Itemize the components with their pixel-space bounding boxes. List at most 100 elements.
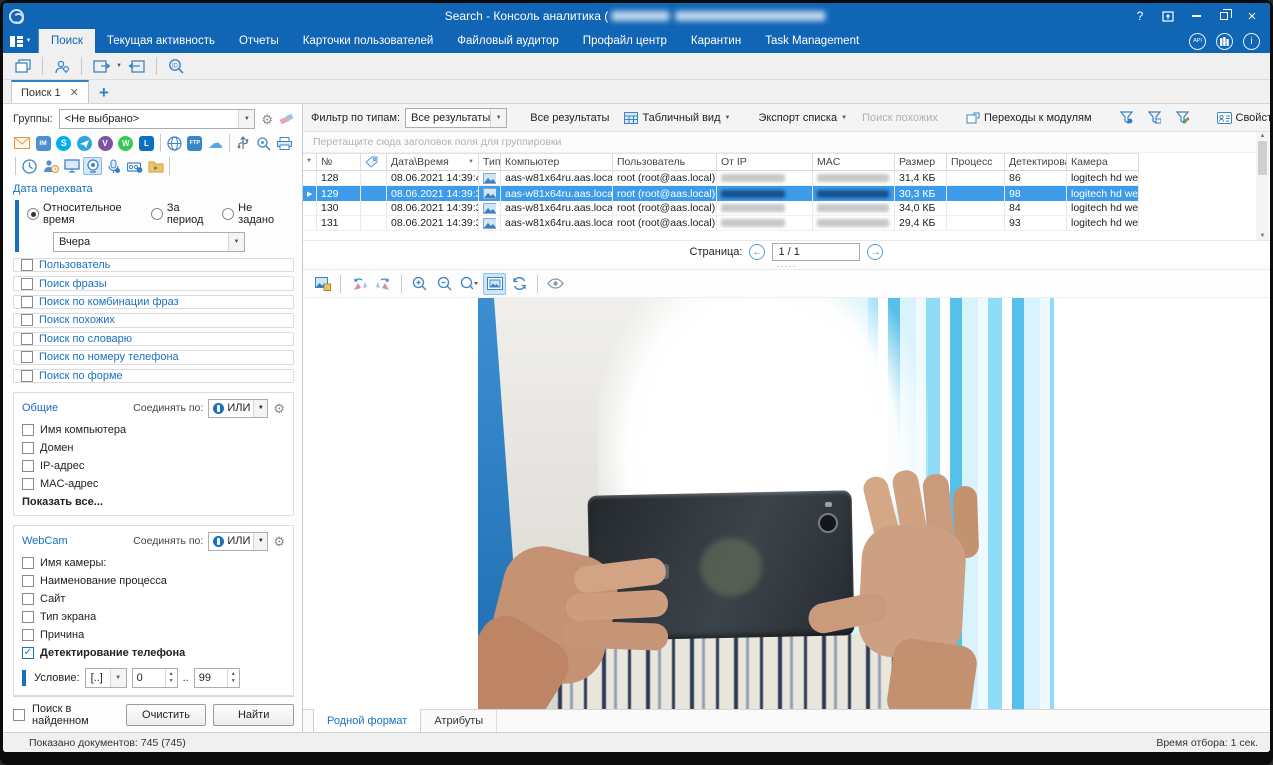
monitor-icon[interactable]: [62, 157, 81, 175]
user-properties-button[interactable]: Свойства пользо...: [1212, 107, 1270, 129]
col-mac[interactable]: MAC: [813, 154, 895, 170]
domain-checkbox[interactable]: [22, 442, 34, 454]
groups-settings-icon[interactable]: ⚙: [261, 113, 273, 126]
radio-for-period[interactable]: [151, 208, 163, 220]
col-camera[interactable]: Камера: [1067, 154, 1139, 170]
webcam-join-select[interactable]: ИЛИ▼: [208, 532, 268, 551]
minimize-button[interactable]: [1184, 6, 1208, 26]
tab-search-1[interactable]: Поиск 1✕: [11, 80, 89, 103]
page-input[interactable]: 1 / 1: [772, 243, 860, 261]
col-detected[interactable]: Детектирова: [1005, 154, 1067, 170]
library-icon[interactable]: [1216, 33, 1233, 50]
webcam-screen-type[interactable]: Тип экрана: [22, 611, 285, 623]
menu-item-profile-center[interactable]: Профайл центр: [571, 29, 679, 53]
eye-icon[interactable]: [544, 273, 567, 295]
filter-form-checkbox[interactable]: [21, 370, 33, 382]
user-search-icon[interactable]: [50, 55, 74, 77]
groups-select[interactable]: <Не выбрано>▼: [59, 109, 256, 129]
zoom-out-icon[interactable]: [433, 273, 456, 295]
fit-to-window-icon[interactable]: [483, 273, 506, 295]
scroll-down-icon[interactable]: ▼: [1260, 233, 1266, 239]
filter-phrase[interactable]: Поиск фразы: [13, 276, 294, 290]
show-all-link[interactable]: Показать все...: [22, 496, 285, 508]
add-tab-button[interactable]: +: [99, 83, 109, 103]
common-mac[interactable]: MAC-адрес: [22, 478, 285, 490]
export-tab-icon[interactable]: [89, 55, 113, 77]
export-list-button[interactable]: Экспорт списка▼: [753, 107, 852, 129]
prev-page-button[interactable]: ←: [749, 244, 765, 260]
im-messenger-icon[interactable]: IM: [34, 134, 53, 152]
filter-dictionary[interactable]: Поиск по словарю: [13, 332, 294, 346]
menu-item-current-activity[interactable]: Текущая активность: [95, 29, 227, 53]
usb-icon[interactable]: [234, 134, 253, 152]
restore-button[interactable]: [1212, 6, 1236, 26]
scroll-thumb[interactable]: [1258, 141, 1267, 175]
table-row[interactable]: 130 08.06.2021 14:39:36 aas-w81x64ru.aas…: [303, 201, 1139, 216]
common-domain[interactable]: Домен: [22, 442, 285, 454]
rotate-left-icon[interactable]: [347, 273, 370, 295]
cascade-windows-icon[interactable]: [11, 55, 35, 77]
table-row[interactable]: 131 08.06.2021 14:39:33 aas-w81x64ru.aas…: [303, 216, 1139, 231]
group-by-bar[interactable]: Перетащите сюда заголовок поля для групп…: [303, 132, 1270, 153]
splitter-handle[interactable]: ·····: [303, 263, 1270, 270]
telegram-icon[interactable]: [75, 134, 94, 152]
webcam-reason[interactable]: Причина: [22, 629, 285, 641]
filter-similar[interactable]: Поиск похожих: [13, 313, 294, 327]
computer-name-checkbox[interactable]: [22, 424, 34, 436]
clear-groups-icon[interactable]: [279, 113, 294, 125]
table-row[interactable]: 128 08.06.2021 14:39:41 aas-w81x64ru.aas…: [303, 171, 1139, 186]
info-icon[interactable]: i: [1243, 33, 1260, 50]
time-activity-icon[interactable]: [20, 157, 39, 175]
filter-funnel-computer-icon[interactable]: [1143, 107, 1166, 129]
menu-item-file-auditor[interactable]: Файловый аудитор: [445, 29, 571, 53]
site-checkbox[interactable]: [22, 593, 34, 605]
close-button[interactable]: ×: [1240, 6, 1264, 26]
process-name-checkbox[interactable]: [22, 575, 34, 587]
menu-item-user-cards[interactable]: Карточки пользователей: [291, 29, 446, 53]
webcam-site[interactable]: Сайт: [22, 593, 285, 605]
filter-phrase-checkbox[interactable]: [21, 278, 33, 290]
table-row-selected[interactable]: ▶129 08.06.2021 14:39:38 aas-w81x64ru.aa…: [303, 186, 1139, 201]
menu-item-quarantine[interactable]: Карантин: [679, 29, 753, 53]
common-join-select[interactable]: ИЛИ▼: [208, 399, 268, 418]
export-tab-caret[interactable]: ▼: [116, 63, 122, 69]
menu-item-task-management[interactable]: Task Management: [753, 29, 871, 53]
device-search-icon[interactable]: [255, 134, 274, 152]
col-process[interactable]: Процесс: [947, 154, 1005, 170]
user-activity-icon[interactable]: [41, 157, 60, 175]
tab-native-format[interactable]: Родной формат: [313, 709, 421, 732]
scroll-up-icon[interactable]: ▲: [1260, 133, 1266, 139]
search-by-id-icon[interactable]: ID: [164, 55, 188, 77]
ip-checkbox[interactable]: [22, 460, 34, 472]
save-image-icon[interactable]: [311, 273, 334, 295]
camera-name-checkbox[interactable]: [22, 557, 34, 569]
reason-checkbox[interactable]: [22, 629, 34, 641]
filter-similar-checkbox[interactable]: [21, 314, 33, 326]
search-in-found-checkbox[interactable]: [13, 709, 25, 721]
filter-phone-number[interactable]: Поиск по номеру телефона: [13, 350, 294, 364]
tab-attributes[interactable]: Атрибуты: [421, 710, 497, 732]
screen-type-checkbox[interactable]: [22, 611, 34, 623]
mac-checkbox[interactable]: [22, 478, 34, 490]
rotate-right-icon[interactable]: [372, 273, 395, 295]
col-tag[interactable]: [361, 154, 387, 170]
relative-time-select[interactable]: Вчера▼: [53, 232, 245, 252]
whatsapp-icon[interactable]: W: [116, 134, 135, 152]
table-scrollbar[interactable]: ▲▼: [1256, 132, 1269, 240]
common-computer-name[interactable]: Имя компьютера: [22, 424, 285, 436]
viber-icon[interactable]: V: [96, 134, 115, 152]
api-icon[interactable]: API: [1189, 33, 1206, 50]
filter-by-type-select[interactable]: Все результаты▼: [405, 108, 507, 128]
filter-funnel-color-icon[interactable]: [1171, 107, 1194, 129]
col-num[interactable]: №: [317, 154, 361, 170]
radio-not-set[interactable]: [222, 208, 234, 220]
lync-icon[interactable]: L: [137, 134, 156, 152]
all-results-button[interactable]: Все результаты: [525, 107, 614, 129]
menu-item-search[interactable]: Поиск: [39, 29, 95, 53]
http-icon[interactable]: [165, 134, 184, 152]
condition-from-spinner[interactable]: 0▲▼: [132, 668, 178, 688]
webcam-settings-icon[interactable]: ⚙: [273, 535, 285, 548]
app-menu-button[interactable]: ▼: [3, 29, 39, 53]
col-from-ip[interactable]: От IP: [717, 154, 813, 170]
refresh-icon[interactable]: [508, 273, 531, 295]
